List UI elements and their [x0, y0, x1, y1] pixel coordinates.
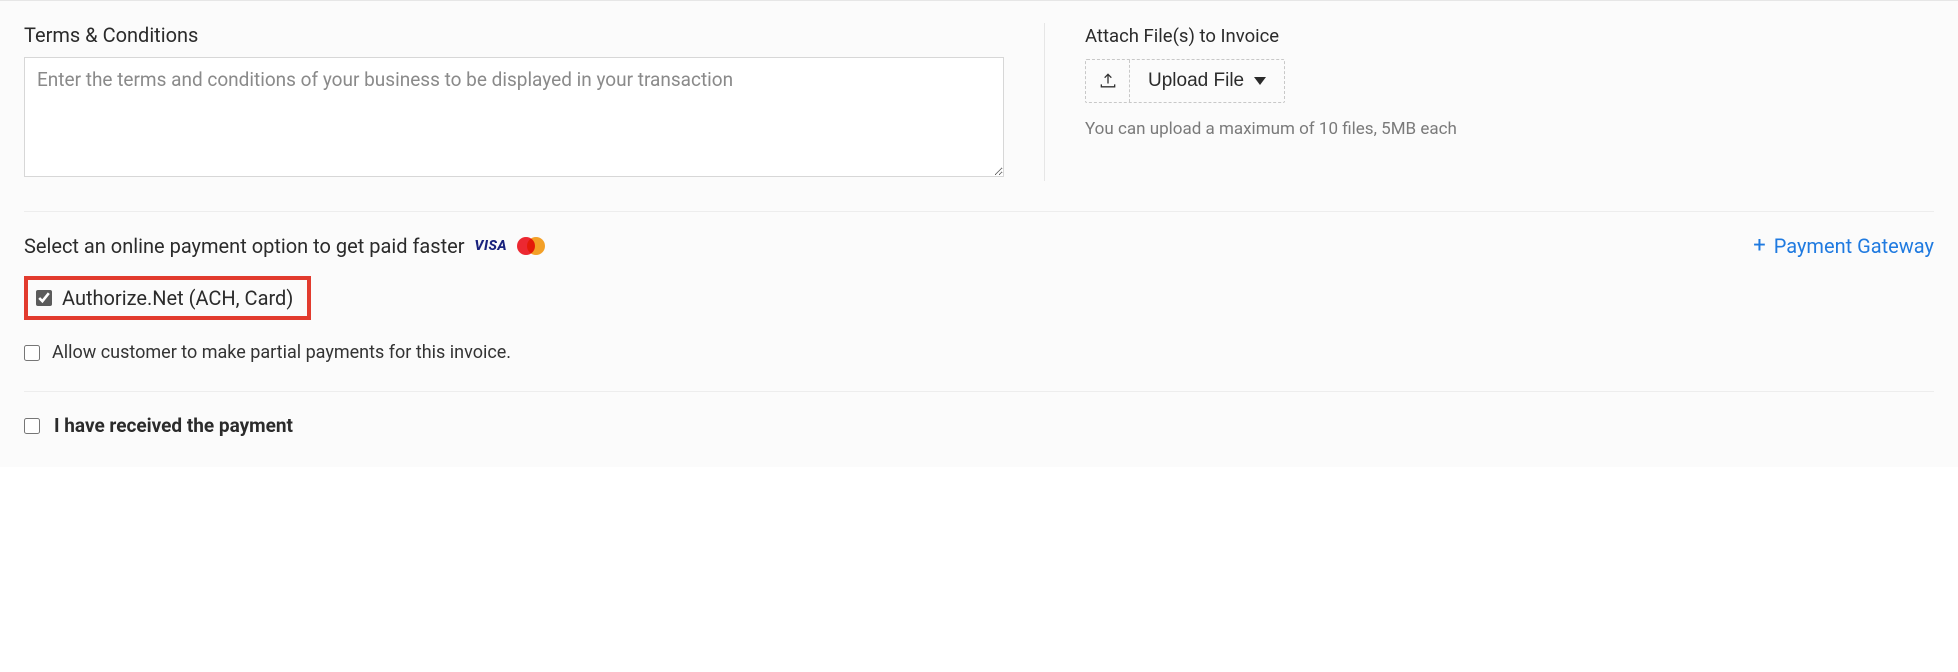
- mastercard-icon: [517, 237, 547, 255]
- received-payment-option[interactable]: I have received the payment: [24, 414, 1934, 437]
- gateway-option-checkbox[interactable]: [36, 290, 52, 306]
- terms-title: Terms & Conditions: [24, 23, 1004, 47]
- gateway-option-authorize-net[interactable]: Authorize.Net (ACH, Card): [24, 276, 311, 320]
- payment-prompt: Select an online payment option to get p…: [24, 234, 465, 258]
- attach-title: Attach File(s) to Invoice: [1085, 25, 1934, 47]
- upload-hint: You can upload a maximum of 10 files, 5M…: [1085, 119, 1934, 139]
- received-payment-label: I have received the payment: [54, 414, 293, 437]
- upload-file-label: Upload File: [1148, 70, 1244, 92]
- vertical-divider: [1044, 23, 1045, 181]
- upload-icon-box[interactable]: [1086, 60, 1130, 102]
- gateway-option-label: Authorize.Net (ACH, Card): [62, 286, 293, 310]
- partial-payments-label: Allow customer to make partial payments …: [52, 342, 511, 363]
- plus-icon: +: [1753, 235, 1765, 257]
- terms-textarea[interactable]: [24, 57, 1004, 177]
- add-payment-gateway-label: Payment Gateway: [1774, 234, 1934, 258]
- add-payment-gateway-link[interactable]: + Payment Gateway: [1753, 234, 1934, 258]
- upload-file-button[interactable]: Upload File: [1130, 60, 1284, 102]
- caret-down-icon: [1254, 77, 1266, 85]
- visa-icon: VISA: [473, 238, 510, 254]
- received-payment-checkbox[interactable]: [24, 418, 40, 434]
- partial-payments-checkbox[interactable]: [24, 345, 40, 361]
- upload-icon: [1098, 71, 1118, 91]
- upload-file-container: Upload File: [1085, 59, 1285, 103]
- partial-payments-option[interactable]: Allow customer to make partial payments …: [24, 342, 1934, 363]
